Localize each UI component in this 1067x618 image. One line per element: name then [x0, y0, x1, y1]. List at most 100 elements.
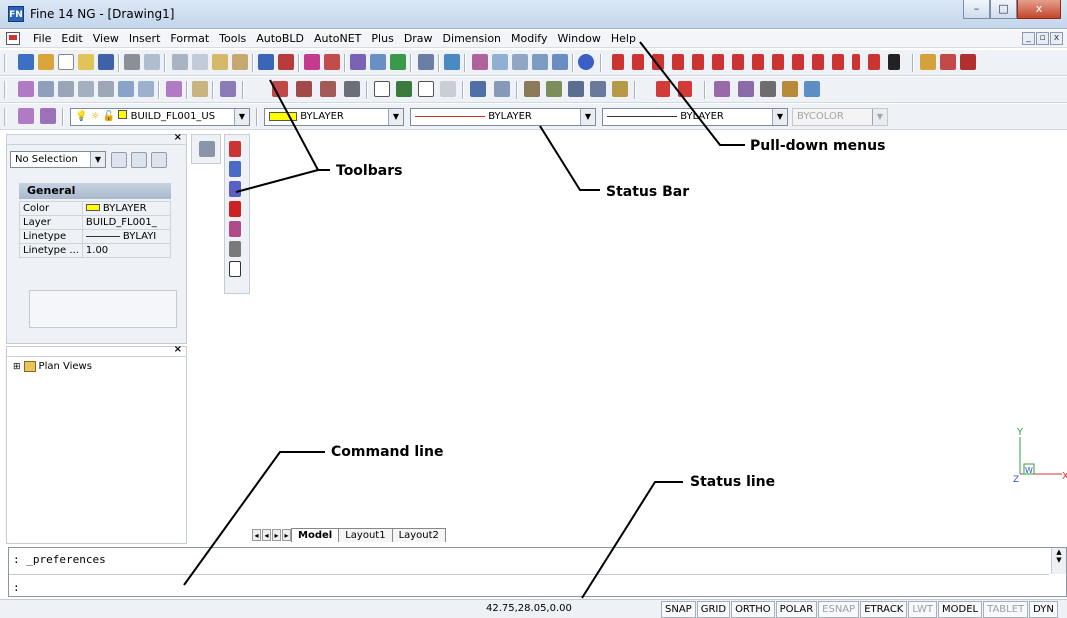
line-tool-icon[interactable]	[350, 54, 366, 70]
ucs-icon[interactable]	[370, 54, 386, 70]
draw-xline-icon[interactable]	[632, 54, 644, 70]
arrow-down-icon[interactable]	[678, 81, 692, 97]
match-properties-icon[interactable]	[232, 54, 248, 70]
menu-autobld[interactable]: AutoBLD	[251, 32, 309, 45]
zoom-extents-icon[interactable]	[552, 54, 568, 70]
menu-format[interactable]: Format	[165, 32, 214, 45]
report-alt-icon[interactable]	[320, 81, 336, 97]
menu-window[interactable]: Window	[552, 32, 605, 45]
prop-value[interactable]: BUILD_FL001_	[81, 215, 172, 230]
device-icon[interactable]	[118, 81, 134, 97]
draw-circle-icon[interactable]	[752, 54, 764, 70]
menu-modify[interactable]: Modify	[506, 32, 552, 45]
zoom-previous-icon[interactable]	[532, 54, 548, 70]
connect-icon[interactable]	[782, 81, 798, 97]
calc-sheet-icon[interactable]	[272, 81, 288, 97]
ortho-toggle[interactable]: ORTHO	[731, 601, 775, 618]
3d-view-icon[interactable]	[568, 81, 584, 97]
tab-layout1[interactable]: Layout1	[338, 528, 393, 542]
pencil-icon[interactable]	[418, 54, 434, 70]
grid-toggle[interactable]: GRID	[696, 601, 731, 618]
menu-tools[interactable]: Tools	[214, 32, 251, 45]
filter-icon[interactable]	[220, 81, 236, 97]
bld-open-icon[interactable]	[38, 54, 54, 70]
selection-dropdown[interactable]: No Selection ▼	[10, 151, 106, 168]
pickadd-icon[interactable]	[151, 152, 167, 168]
refresh-icon[interactable]	[444, 54, 460, 70]
copy-object-icon[interactable]	[940, 54, 956, 70]
menu-insert[interactable]: Insert	[124, 32, 166, 45]
mdi-restore-button[interactable]: ▫	[1036, 32, 1049, 45]
chevron-down-icon[interactable]: ▼	[772, 109, 787, 125]
copy-icon[interactable]	[192, 54, 208, 70]
model-toggle[interactable]: MODEL	[938, 601, 983, 618]
last-tab-button[interactable]: ▸	[282, 529, 291, 541]
toolbar-grip[interactable]	[4, 81, 7, 99]
redo-icon[interactable]	[278, 54, 294, 70]
open-folder-icon[interactable]	[78, 54, 94, 70]
window-tool-icon[interactable]	[78, 81, 94, 97]
quick-select-icon[interactable]	[111, 152, 127, 168]
lwt-toggle[interactable]: LWT	[908, 601, 938, 618]
draw-arc-icon[interactable]	[732, 54, 744, 70]
menu-edit[interactable]: Edit	[56, 32, 87, 45]
point-icon[interactable]	[852, 54, 860, 70]
prop-value[interactable]: 1.00	[81, 243, 172, 258]
tablet-toggle[interactable]: TABLET	[983, 601, 1029, 618]
measure-icon[interactable]	[390, 54, 406, 70]
panel-icon[interactable]	[138, 81, 154, 97]
menu-view[interactable]: View	[88, 32, 124, 45]
print-icon[interactable]	[124, 54, 140, 70]
command-scrollbar[interactable]: ▲ ▼	[1051, 548, 1066, 574]
chevron-down-icon[interactable]: ▼	[90, 152, 105, 167]
network-icon[interactable]	[804, 81, 820, 97]
tree-item[interactable]: ⊞ Plan Views	[13, 361, 92, 372]
layer-stack-icon[interactable]	[590, 81, 606, 97]
chevron-down-icon[interactable]: ▼	[580, 109, 595, 125]
annotation-icon[interactable]	[98, 81, 114, 97]
properties-toggle-icon[interactable]	[199, 141, 215, 157]
tab-layout2[interactable]: Layout2	[391, 528, 446, 542]
etrack-toggle[interactable]: ETRACK	[860, 601, 908, 618]
draw-ellipse-icon[interactable]	[792, 54, 804, 70]
lineweight-dropdown[interactable]: BYLAYER ▼	[602, 108, 788, 126]
mirror-icon[interactable]	[960, 54, 976, 70]
line-icon[interactable]	[229, 141, 241, 157]
elevation-icon[interactable]	[494, 81, 510, 97]
zoom-realtime-icon[interactable]	[492, 54, 508, 70]
command-prompt[interactable]: :	[13, 581, 20, 594]
prev-tab-button[interactable]: ◂	[262, 529, 271, 541]
color-dropdown[interactable]: BYLAYER ▼	[264, 108, 404, 126]
fitting-icon[interactable]	[760, 81, 776, 97]
layer-dropdown[interactable]: 💡 ☼ 🔓 BUILD_FL001_US ▼	[70, 108, 250, 126]
esnap-toggle[interactable]: ESNAP	[818, 601, 860, 618]
wall-icon[interactable]	[38, 81, 54, 97]
spline-icon[interactable]	[229, 161, 241, 177]
close-icon[interactable]: ×	[174, 132, 182, 143]
menu-help[interactable]: Help	[606, 32, 641, 45]
view-icon[interactable]	[524, 81, 540, 97]
print-sheet-icon[interactable]	[344, 81, 360, 97]
new-file-icon[interactable]	[58, 54, 74, 70]
maximize-button[interactable]: □	[990, 0, 1017, 19]
layer-manager-icon[interactable]	[166, 81, 182, 97]
menu-dimension[interactable]: Dimension	[438, 32, 506, 45]
edit-icon[interactable]	[324, 54, 340, 70]
help-icon[interactable]	[578, 54, 594, 70]
linetype-dropdown[interactable]: BYLAYER ▼	[410, 108, 596, 126]
dyn-toggle[interactable]: DYN	[1029, 601, 1058, 618]
menu-draw[interactable]: Draw	[399, 32, 438, 45]
close-icon[interactable]: ×	[174, 344, 182, 355]
close-button[interactable]: x	[1017, 0, 1061, 19]
layer-properties-icon[interactable]	[18, 108, 34, 124]
mdi-minimize-button[interactable]: _	[1022, 32, 1035, 45]
grid-tool-icon[interactable]	[374, 81, 390, 97]
arrow-up-icon[interactable]	[656, 81, 670, 97]
make-block-icon[interactable]	[832, 54, 844, 70]
document-icon[interactable]	[6, 32, 20, 45]
minimize-button[interactable]: –	[963, 0, 990, 19]
cross-icon[interactable]	[229, 241, 241, 257]
chevron-down-icon[interactable]: ▼	[234, 109, 249, 125]
table-tool-icon[interactable]	[440, 81, 456, 97]
text-icon[interactable]	[888, 54, 900, 70]
